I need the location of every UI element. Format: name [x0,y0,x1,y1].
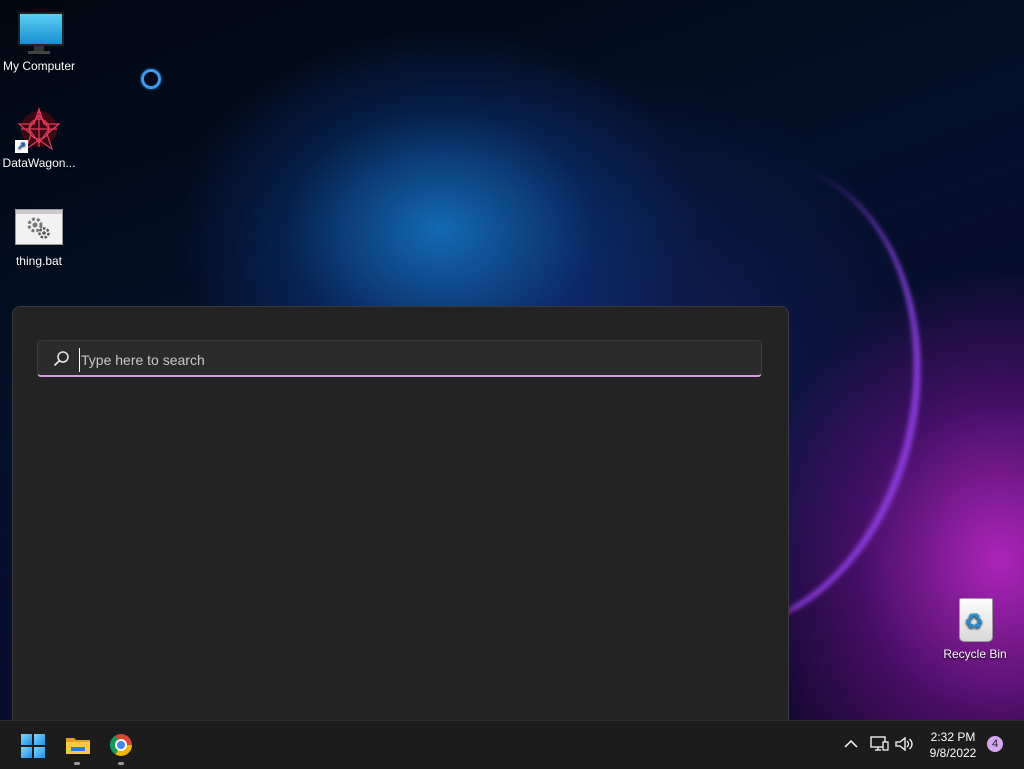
folder-icon [66,738,90,754]
taskbar-chrome-button[interactable] [101,725,141,765]
clock-time: 2:32 PM [930,730,976,744]
chrome-icon [110,734,132,756]
desktop-icon-thing-bat[interactable]: thing.bat [1,203,77,268]
busy-cursor-icon [141,69,161,89]
running-indicator [74,762,80,765]
start-button[interactable] [12,725,52,765]
desktop-icon-datawagon[interactable]: ↗ DataWagon... [1,105,77,170]
recycle-bin-icon: ♻ [951,596,999,644]
clock[interactable]: 2:32 PM 9/8/2022 [918,729,988,761]
taskbar: 2:32 PM 9/8/2022 4 [0,720,1024,769]
start-search-panel [12,306,789,721]
running-indicator [118,762,124,765]
clock-date: 9/8/2022 [929,746,977,760]
desktop-icon-recycle-bin[interactable]: ♻ Recycle Bin [937,596,1013,661]
search-box[interactable] [37,340,762,377]
desktop-icon-label: DataWagon... [2,156,76,170]
volume-icon[interactable] [893,733,915,755]
monitor-icon [15,8,64,56]
desktop-icon-label: thing.bat [15,254,63,268]
batch-file-icon [15,203,63,251]
desktop-icon-my-computer[interactable]: My Computer [1,8,77,73]
chevron-up-icon[interactable] [840,733,862,755]
windows-icon [21,734,45,758]
notification-badge[interactable]: 4 [987,736,1003,752]
network-icon[interactable] [868,733,890,755]
taskbar-file-explorer-button[interactable] [57,725,97,765]
datawagon-app-icon: ↗ [15,105,63,153]
desktop-icon-label: Recycle Bin [943,647,1007,661]
shortcut-arrow-icon: ↗ [15,140,28,153]
search-icon [54,351,69,366]
desktop-icon-label: My Computer [2,59,76,73]
search-input[interactable] [79,348,743,372]
